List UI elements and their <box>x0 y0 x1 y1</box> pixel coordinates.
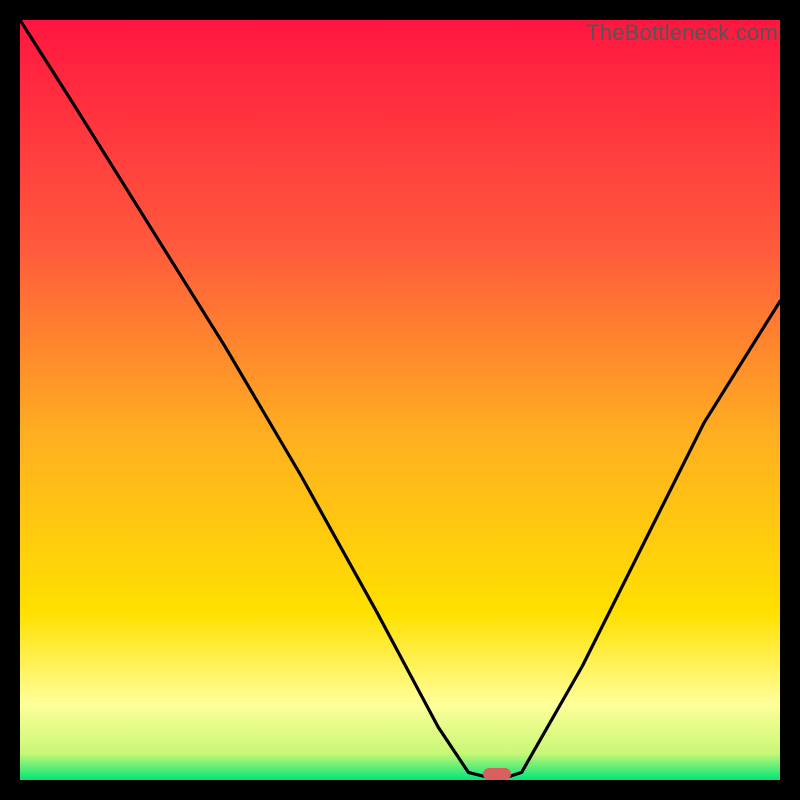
plot-area: TheBottleneck.com <box>20 20 780 780</box>
gradient-background <box>20 20 780 780</box>
black-frame: TheBottleneck.com <box>0 0 800 800</box>
